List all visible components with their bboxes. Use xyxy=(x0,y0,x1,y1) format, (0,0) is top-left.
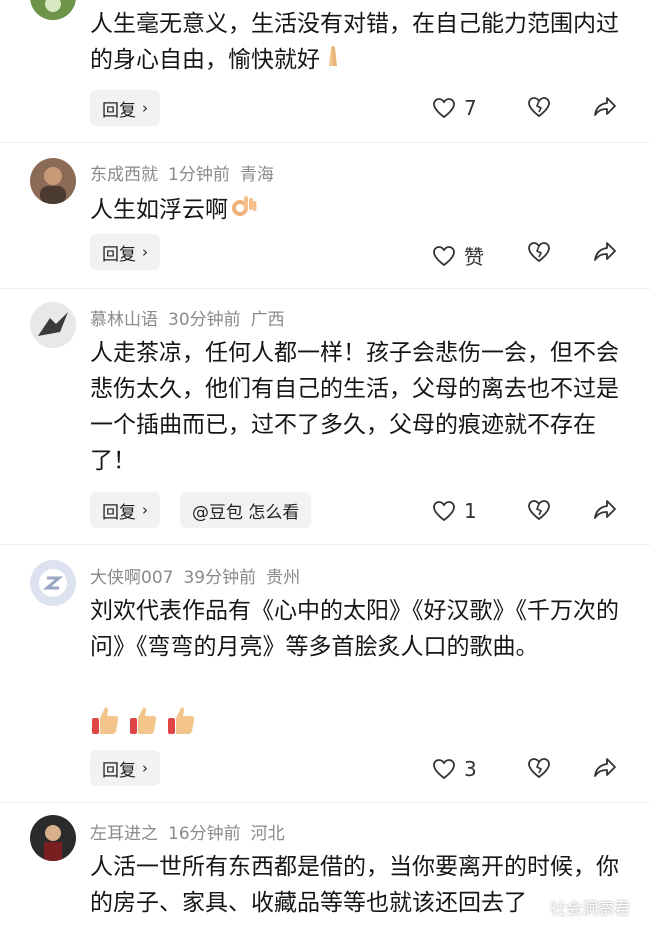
comment-text: 人生如浮云啊 xyxy=(90,190,630,231)
dislike-button[interactable] xyxy=(527,499,551,521)
username[interactable]: 大侠啊007 xyxy=(90,568,173,588)
heart-icon xyxy=(433,245,455,266)
timestamp: 30分钟前 xyxy=(168,310,241,330)
thumbs-up-emoji xyxy=(168,707,195,734)
share-icon xyxy=(594,242,616,261)
comment-text: 人走茶凉，任何人都一样！孩子会悲伤一会，但不会悲伤太久，他们有自己的生活，父母的… xyxy=(90,340,619,474)
comment-meta: 慕林山语 30分钟前 广西 xyxy=(90,305,295,330)
like-count: 赞 xyxy=(464,245,484,269)
location: 青海 xyxy=(239,165,274,185)
heart-icon xyxy=(433,98,455,119)
reply-button[interactable]: 回复 › xyxy=(90,492,160,528)
avatar[interactable] xyxy=(30,815,76,861)
like-count: 3 xyxy=(464,757,477,781)
broken-heart-icon xyxy=(528,758,550,779)
divider xyxy=(0,802,650,803)
location: 河北 xyxy=(250,824,285,844)
heart-icon xyxy=(433,759,455,780)
like-count: 1 xyxy=(464,499,477,523)
username[interactable]: 东成西就 xyxy=(90,165,158,185)
avatar[interactable] xyxy=(30,0,76,20)
timestamp: 1分钟前 xyxy=(168,165,230,185)
thumbs-up-emoji xyxy=(92,707,119,734)
reply-button[interactable]: 回复 › xyxy=(90,234,160,270)
share-icon xyxy=(594,500,616,519)
share-button[interactable] xyxy=(593,96,617,118)
share-button[interactable] xyxy=(593,757,617,779)
like-count: 7 xyxy=(464,96,477,120)
broken-heart-icon xyxy=(528,97,550,118)
comment-meta: 东成西就 1分钟前 青海 xyxy=(90,160,284,185)
watermark: 社会洞察君 xyxy=(549,899,630,918)
username[interactable]: 慕林山语 xyxy=(90,310,158,330)
share-icon xyxy=(594,97,616,116)
broken-heart-icon xyxy=(528,500,550,521)
heart-icon xyxy=(433,501,455,522)
avatar[interactable] xyxy=(30,302,76,348)
username[interactable]: 左耳进之 xyxy=(90,824,158,844)
thumbs-up-emoji xyxy=(130,707,157,734)
ok-hand-emoji xyxy=(228,190,258,231)
praying-hands-emoji xyxy=(320,42,346,79)
comment-meta: 左耳进之 16分钟前 河北 xyxy=(90,819,295,844)
reply-button[interactable]: 回复 › xyxy=(90,750,160,786)
location: 贵州 xyxy=(266,568,301,588)
divider xyxy=(0,288,650,289)
comment-text: 刘欢代表作品有《心中的太阳》《好汉歌》《千万次的问》《弯弯的月亮》等多首脍炙人口… xyxy=(90,598,619,660)
share-button[interactable] xyxy=(593,241,617,263)
dislike-button[interactable] xyxy=(527,241,551,263)
dislike-button[interactable] xyxy=(527,96,551,118)
avatar[interactable] xyxy=(30,560,76,606)
avatar[interactable] xyxy=(30,158,76,204)
comment-meta: 大侠啊007 39分钟前 贵州 xyxy=(90,563,310,588)
timestamp: 16分钟前 xyxy=(168,824,241,844)
emoji-row xyxy=(90,704,196,736)
divider xyxy=(0,142,650,143)
location: 广西 xyxy=(250,310,285,330)
like-button[interactable]: 赞 xyxy=(432,241,484,270)
like-button[interactable]: 3 xyxy=(432,757,477,781)
reply-button[interactable]: 回复 › xyxy=(90,90,160,126)
share-icon xyxy=(594,758,616,777)
divider xyxy=(0,544,650,545)
ask-doubao-button[interactable]: @豆包 怎么看 xyxy=(180,492,312,528)
timestamp: 39分钟前 xyxy=(183,568,257,588)
like-button[interactable]: 1 xyxy=(432,499,477,523)
dislike-button[interactable] xyxy=(527,757,551,779)
like-button[interactable]: 7 xyxy=(432,96,477,120)
share-button[interactable] xyxy=(593,499,617,521)
comment-text: 人生毫无意义，生活没有对错，在自己能力范围内过的身心自由，愉快就好 xyxy=(90,6,630,79)
broken-heart-icon xyxy=(528,242,550,263)
